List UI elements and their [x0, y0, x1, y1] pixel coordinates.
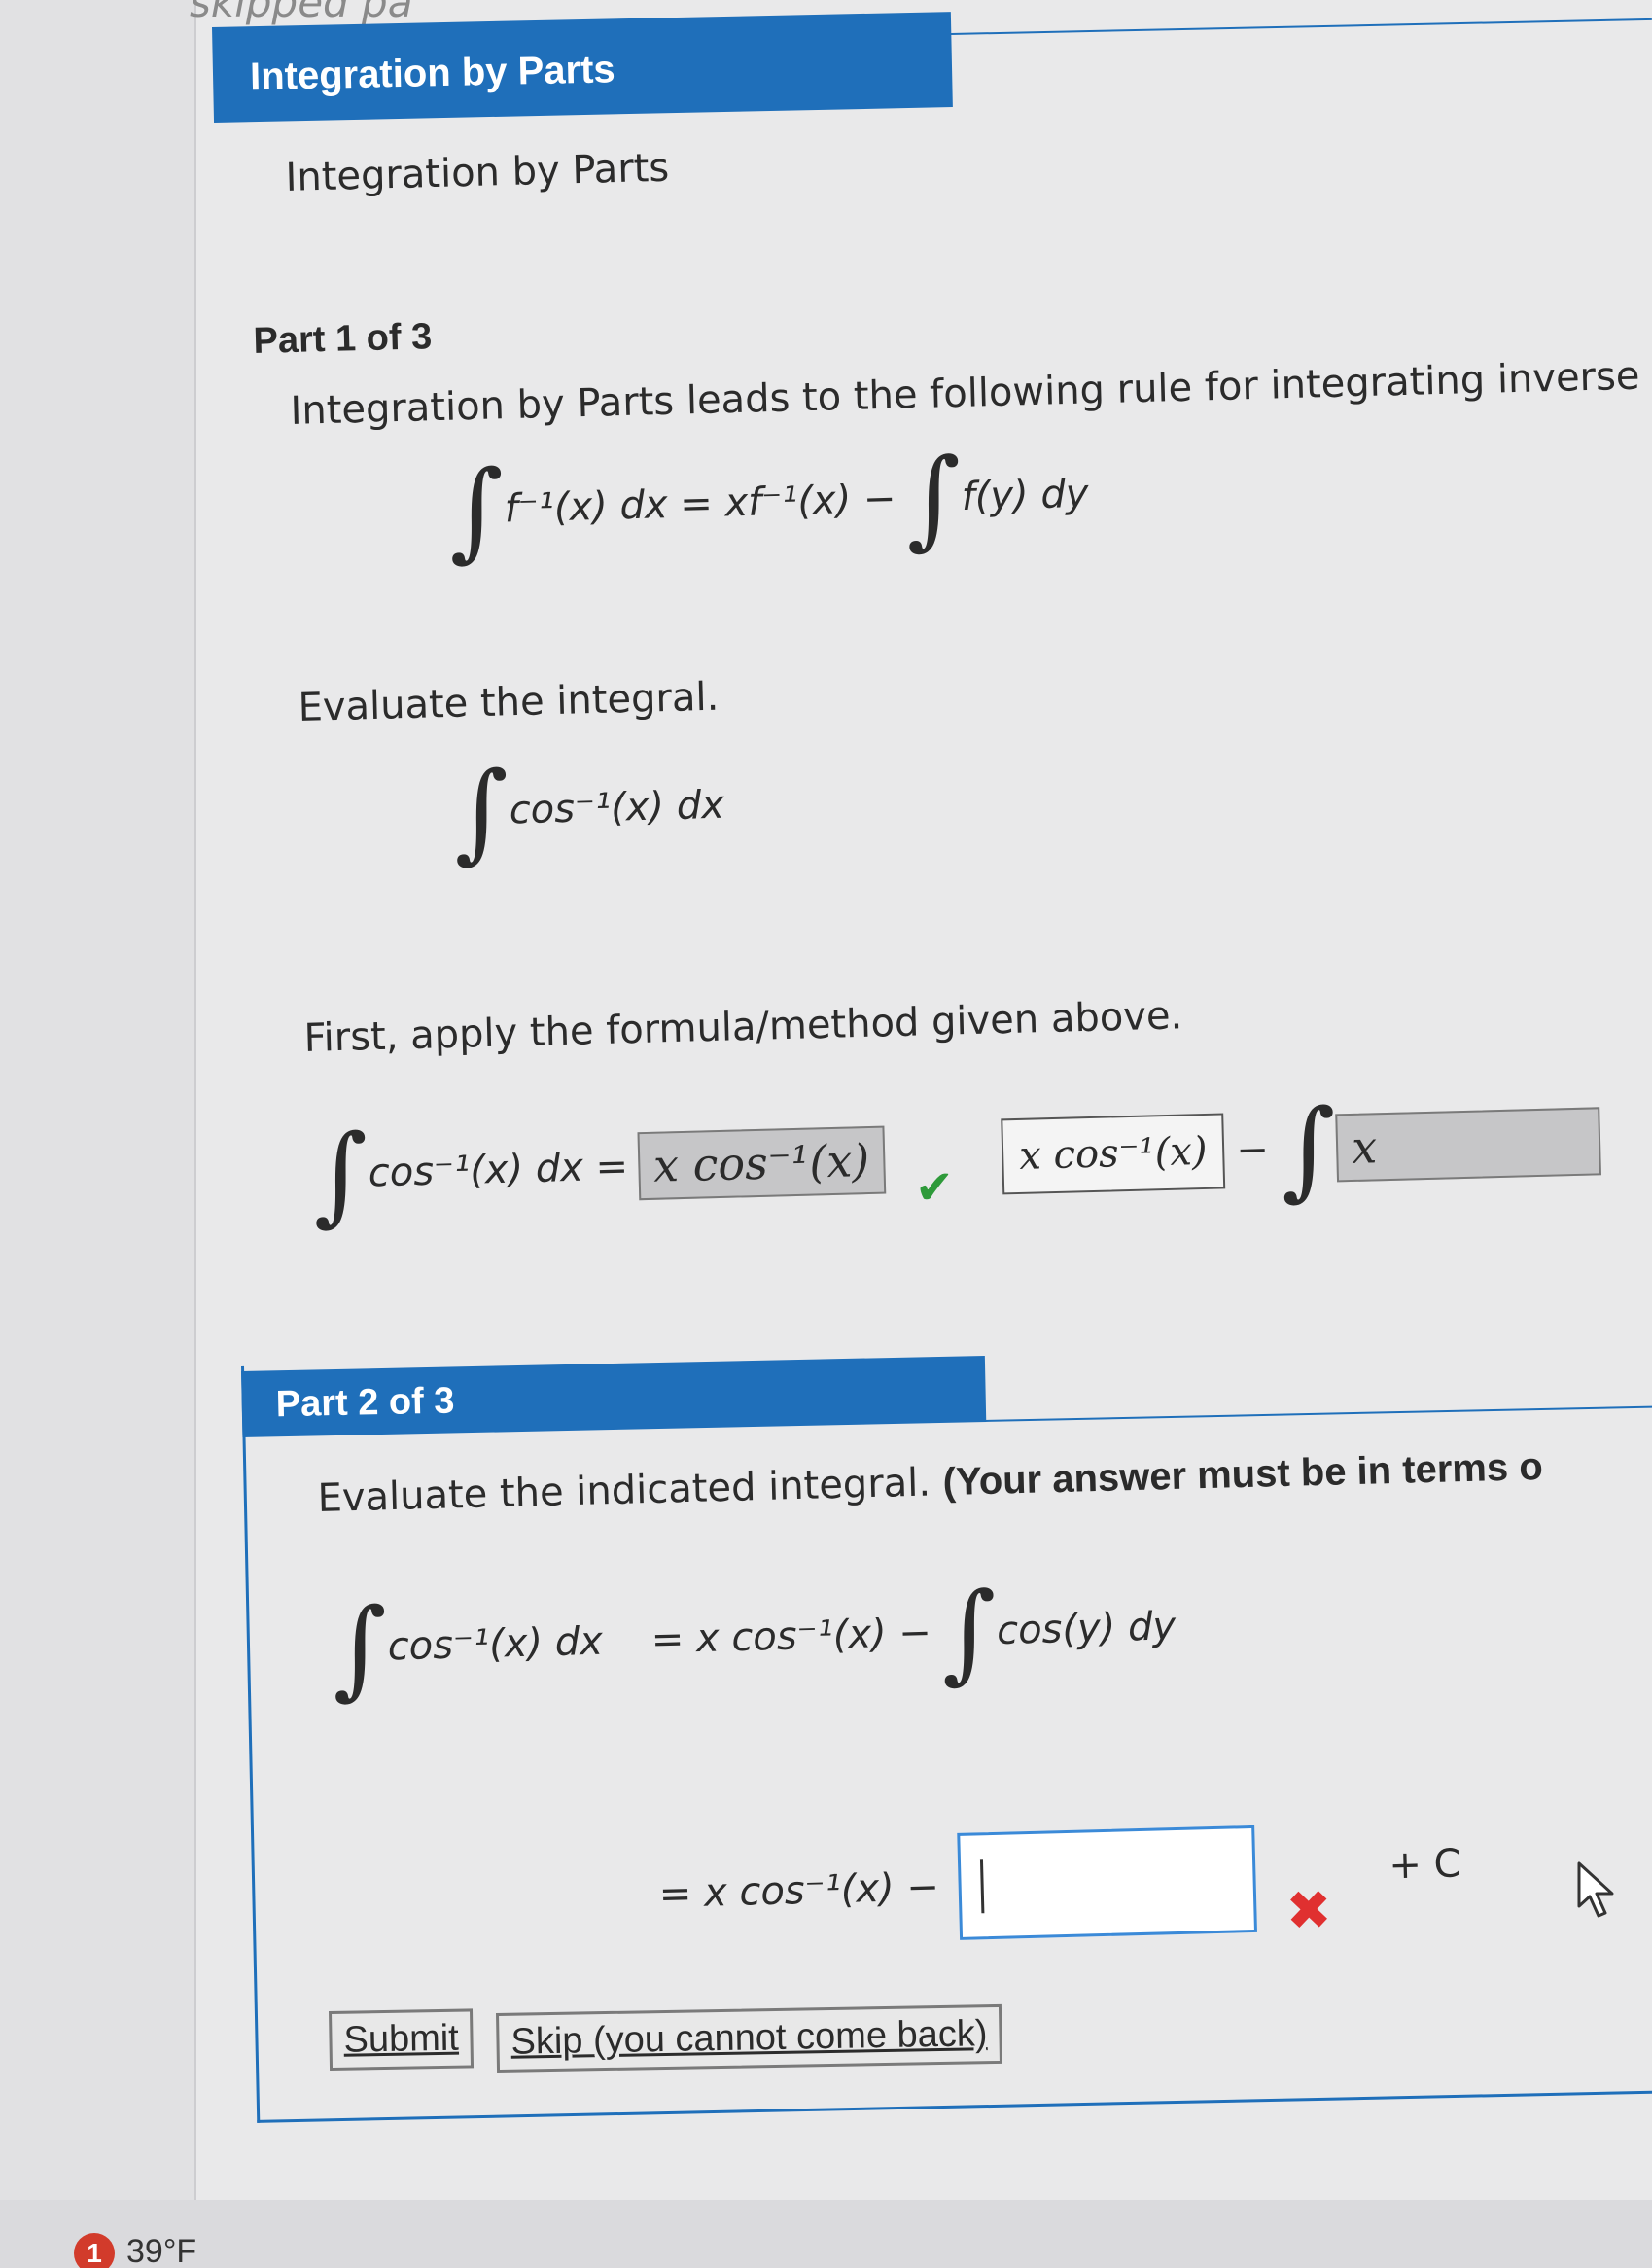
- answer-field-3[interactable]: x: [1335, 1107, 1602, 1183]
- plus-c: + C: [1388, 1840, 1462, 1888]
- check-icon: ✔: [914, 1159, 955, 1216]
- answer-field-2[interactable]: x cos⁻¹(x): [1001, 1113, 1226, 1195]
- part1-intro: Integration by Parts leads to the follow…: [290, 352, 1652, 434]
- rule-formula: ∫ f⁻¹(x) dx = xf⁻¹(x) − ∫ f(y) dy: [446, 435, 1090, 573]
- header-rule: [951, 18, 1652, 35]
- left-margin: [0, 0, 196, 2268]
- apply-label: First, apply the formula/method given ab…: [303, 993, 1183, 1061]
- rule-lhs: f⁻¹(x) dx = xf⁻¹(x) −: [504, 476, 897, 532]
- weather-temperature[interactable]: 39°F: [126, 2233, 196, 2268]
- part2-label: Part 2 of 3: [275, 1380, 455, 1426]
- subtitle: Integration by Parts: [285, 145, 670, 200]
- part2-line2: = x cos⁻¹(x) − ✖ + C: [657, 1807, 1463, 1960]
- apply-lhs: cos⁻¹(x) dx =: [368, 1144, 629, 1196]
- x-icon: ✖: [1284, 1878, 1333, 1944]
- submit-button[interactable]: Submit: [329, 2008, 475, 2071]
- integral-sign: ∫: [1279, 1085, 1338, 1212]
- evaluate-label: Evaluate the integral.: [298, 674, 720, 730]
- section-title: Integration by Parts: [249, 48, 616, 99]
- line2-rhs: = x cos⁻¹(x) −: [658, 1863, 940, 1917]
- section-header: Integration by Parts: [212, 12, 953, 123]
- line1-rhs-b: cos(y) dy: [996, 1604, 1177, 1654]
- answer-field-1[interactable]: x cos⁻¹(x): [637, 1125, 887, 1201]
- answer-input[interactable]: [957, 1825, 1258, 1940]
- notification-badge[interactable]: 1: [74, 2233, 115, 2268]
- taskbar: [0, 2200, 1652, 2268]
- integral-sign: ∫: [310, 1111, 370, 1237]
- integral-text: cos⁻¹(x) dx: [509, 782, 725, 833]
- integral-expression: ∫ cos⁻¹(x) dx: [451, 748, 725, 874]
- integral-sign: ∫: [939, 1569, 999, 1695]
- integral-sign: ∫: [446, 446, 507, 573]
- page: skipped pa Integration by Parts Integrat…: [0, 0, 1652, 2268]
- integral-sign: ∫: [330, 1584, 390, 1711]
- integral-sign: ∫: [903, 435, 964, 561]
- part1-label: Part 1 of 3: [253, 316, 433, 362]
- line1-rhs-a: = x cos⁻¹(x) −: [650, 1610, 932, 1663]
- integral-sign: ∫: [451, 748, 511, 874]
- apply-row: ∫ cos⁻¹(x) dx = x cos⁻¹(x) ✔ x cos⁻¹(x) …: [310, 1084, 1602, 1237]
- skip-button[interactable]: Skip (you cannot come back): [496, 2003, 1003, 2073]
- skipped-text: skipped pa: [190, 0, 413, 26]
- minus-sign: −: [1235, 1127, 1270, 1174]
- line1-lhs: cos⁻¹(x) dx: [387, 1618, 604, 1670]
- mouse-pointer-icon: [1577, 1861, 1614, 1918]
- rule-rhs: f(y) dy: [961, 471, 1090, 520]
- text-caret: [980, 1858, 985, 1913]
- part2-line1: ∫ cos⁻¹(x) dx = x cos⁻¹(x) − ∫ cos(y) dy: [330, 1569, 1177, 1711]
